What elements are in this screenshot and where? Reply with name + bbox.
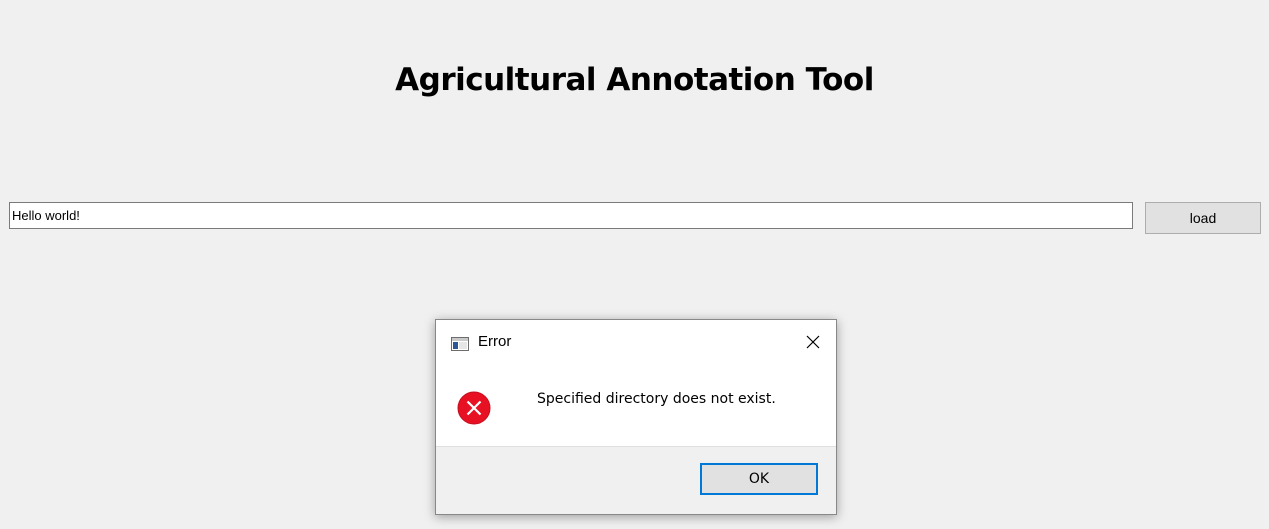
dialog-footer: OK xyxy=(436,446,836,514)
dialog-close-button[interactable] xyxy=(798,330,828,356)
dialog-message: Specified directory does not exist. xyxy=(537,391,776,407)
error-dialog: Error Specified directory does not exist… xyxy=(435,319,837,515)
ok-button[interactable]: OK xyxy=(700,463,818,495)
load-button[interactable]: load xyxy=(1145,202,1261,234)
close-icon xyxy=(806,334,820,353)
dialog-title: Error xyxy=(478,333,512,350)
directory-path-input[interactable] xyxy=(9,202,1133,229)
app-title: Agricultural Annotation Tool xyxy=(395,62,874,98)
dialog-body: Specified directory does not exist. xyxy=(436,364,836,446)
error-icon xyxy=(457,391,491,425)
dialog-titlebar[interactable]: Error xyxy=(436,320,836,364)
app-window-icon xyxy=(451,336,469,351)
main-window: Agricultural Annotation Tool load Error xyxy=(0,0,1269,529)
